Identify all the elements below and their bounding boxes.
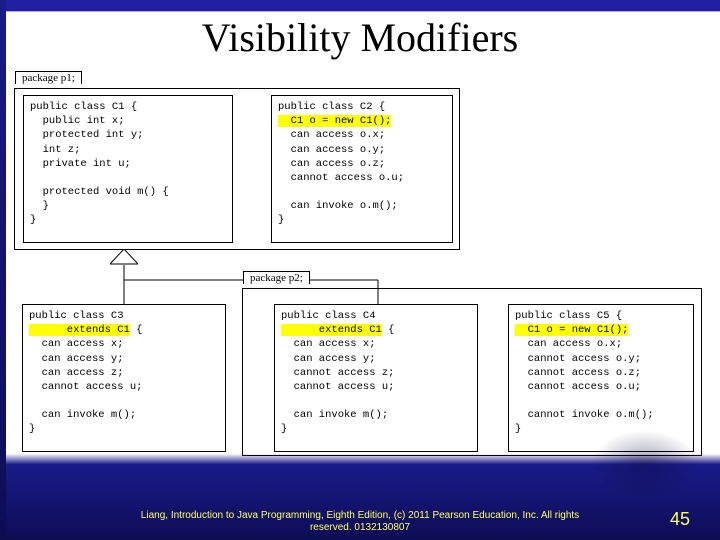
c5-h2: C1 o = new C1();: [515, 324, 628, 336]
c4-l6: cannot access u;: [281, 381, 394, 393]
c2-l5: can access o.z;: [278, 158, 385, 170]
page-number: 45: [670, 509, 690, 530]
class-c4: public class C4 extends C1 { can access …: [274, 304, 478, 452]
c4-h2s: {: [382, 324, 395, 336]
package-p1-label: package p1;: [15, 71, 82, 84]
c1-l1: public class C1 {: [30, 101, 137, 113]
c3-l9: }: [29, 423, 35, 435]
c5-l9: }: [515, 423, 521, 435]
c3-l3: can access x;: [29, 338, 124, 350]
c1-l2: public int x;: [30, 115, 125, 127]
c5-l3: can access o.x;: [515, 338, 622, 350]
c4-l4: can access y;: [281, 353, 376, 365]
c4-l9: }: [281, 423, 287, 435]
c4-l5: cannot access z;: [281, 367, 394, 379]
c1-l3: protected int y;: [30, 129, 143, 141]
c2-l9: }: [278, 214, 284, 226]
c3-l5: can access z;: [29, 367, 124, 379]
c1-l5: private int u;: [30, 158, 131, 170]
c2-h2: C1 o = new C1();: [278, 115, 391, 127]
c5-l5: cannot access o.z;: [515, 367, 641, 379]
class-c3: public class C3 extends C1 { can access …: [22, 304, 226, 452]
c5-l1: public class C5 {: [515, 310, 622, 322]
c1-l4: int z;: [30, 144, 80, 156]
c3-h2s: {: [130, 324, 143, 336]
package-p2-label: package p2;: [243, 271, 310, 284]
c2-l8: can invoke o.m();: [278, 200, 398, 212]
c4-h2: extends C1: [281, 324, 382, 336]
c3-h2: extends C1: [29, 324, 130, 336]
c1-l9: }: [30, 214, 36, 226]
left-accent-bar: [0, 0, 6, 540]
c3-l6: cannot access u;: [29, 381, 142, 393]
c1-l8: }: [30, 200, 49, 212]
c2-l3: can access o.x;: [278, 129, 385, 141]
c3-l4: can access y;: [29, 353, 124, 365]
package-p1-frame: package p1; public class C1 { public int…: [14, 88, 460, 250]
c5-l6: cannot access o.u;: [515, 381, 641, 393]
c4-l3: can access x;: [281, 338, 376, 350]
c2-l1: public class C2 {: [278, 101, 385, 113]
c5-l8: cannot invoke o.m();: [515, 409, 654, 421]
c3-l8: can invoke m();: [29, 409, 136, 421]
slide-title: Visibility Modifiers: [0, 14, 720, 61]
inheritance-arrowhead: [110, 249, 138, 265]
c4-l8: can invoke m();: [281, 409, 388, 421]
c4-l1: public class C4: [281, 310, 376, 322]
class-c5: public class C5 { C1 o = new C1(); can a…: [508, 304, 694, 452]
footer-text: Liang, Introduction to Java Programming,…: [120, 510, 600, 534]
c3-l1: public class C3: [29, 310, 124, 322]
class-c2: public class C2 { C1 o = new C1(); can a…: [271, 95, 453, 243]
c5-l4: cannot access o.y;: [515, 353, 641, 365]
c1-l7: protected void m() {: [30, 186, 169, 198]
c2-l6: cannot access o.u;: [278, 172, 404, 184]
class-c1: public class C1 { public int x; protecte…: [23, 95, 233, 243]
diagram-area: package p1; public class C1 { public int…: [10, 70, 710, 460]
c2-l4: can access o.y;: [278, 144, 385, 156]
slide: Visibility Modifiers package p1; public …: [0, 0, 720, 540]
